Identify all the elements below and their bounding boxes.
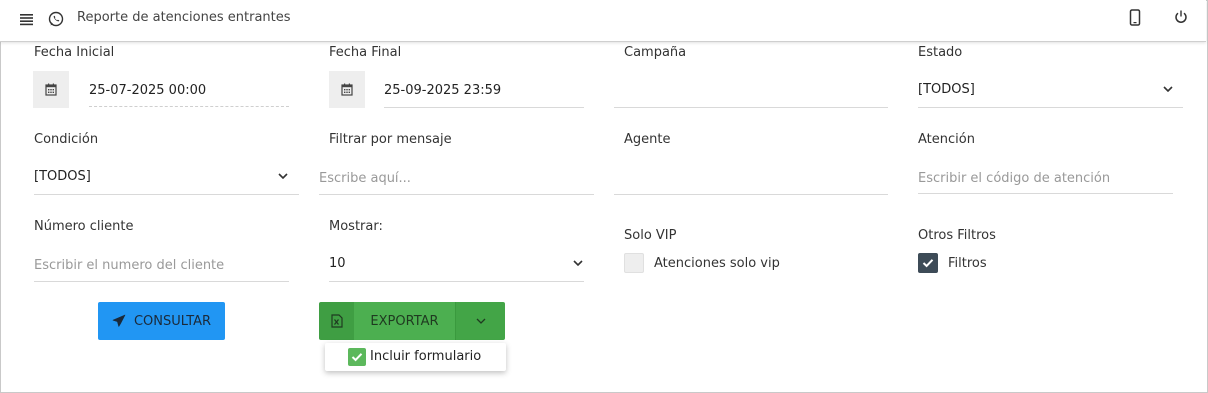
fecha-final-calendar-button[interactable]: [329, 71, 365, 108]
exportar-button-group: EXPORTAR: [319, 302, 505, 340]
estado-underline: [918, 107, 1183, 108]
incluir-formulario-label: Incluir formulario: [370, 349, 482, 364]
chevron-down-icon: [573, 260, 583, 266]
consultar-label: CONSULTAR: [133, 313, 212, 329]
atencion-input[interactable]: [918, 169, 1173, 187]
top-bar: Reporte de atenciones entrantes: [0, 0, 1206, 42]
agente-select[interactable]: [614, 157, 888, 194]
estado-value: [TODOS]: [918, 82, 975, 97]
fecha-final-label: Fecha Final: [329, 45, 402, 60]
chevron-down-icon: [1163, 86, 1173, 92]
fecha-inicial-calendar-button[interactable]: [33, 71, 69, 108]
otros-filtros-label: Otros Filtros: [918, 228, 996, 243]
fecha-final-underline: [384, 107, 584, 108]
mostrar-select[interactable]: 10: [329, 252, 584, 276]
incluir-formulario-checkbox[interactable]: [348, 348, 366, 366]
mostrar-label: Mostrar:: [329, 219, 383, 234]
campana-underline: [614, 107, 888, 108]
filtros-checkbox[interactable]: [918, 253, 938, 273]
send-icon: [112, 314, 126, 327]
agente-underline: [614, 194, 888, 195]
condicion-select[interactable]: [TODOS]: [34, 165, 290, 189]
condicion-value: [TODOS]: [34, 169, 91, 184]
filtrar-mensaje-input[interactable]: [319, 169, 589, 187]
solo-vip-checkbox-label: Atenciones solo vip: [654, 256, 780, 271]
calendar-icon: [341, 83, 353, 96]
excel-file-icon: [330, 314, 343, 328]
condicion-underline: [34, 194, 299, 195]
numero-cliente-label: Número cliente: [34, 219, 134, 234]
filtros-checkbox-label: Filtros: [948, 256, 987, 271]
calendar-icon: [45, 83, 57, 96]
mostrar-underline: [329, 281, 584, 282]
export-dropdown-menu: Incluir formulario: [325, 343, 506, 371]
check-icon: [351, 353, 363, 362]
solo-vip-label: Solo VIP: [624, 228, 677, 243]
campana-label: Campaña: [624, 45, 687, 60]
numero-cliente-underline: [34, 281, 289, 282]
estado-select[interactable]: [TODOS]: [918, 78, 1173, 102]
fecha-final-input[interactable]: 25-09-2025 23:59: [384, 83, 501, 98]
excel-export-button[interactable]: [319, 302, 354, 340]
mobile-icon[interactable]: [1128, 9, 1142, 27]
power-icon[interactable]: [1173, 9, 1189, 25]
filtrar-mensaje-label: Filtrar por mensaje: [329, 132, 452, 147]
condicion-label: Condición: [34, 132, 99, 147]
exportar-button[interactable]: EXPORTAR: [354, 302, 455, 340]
consultar-button[interactable]: CONSULTAR: [98, 302, 225, 340]
atencion-label: Atención: [918, 132, 975, 147]
whatsapp-icon: [48, 11, 64, 27]
campana-select[interactable]: [614, 70, 888, 107]
fecha-inicial-underline: [89, 106, 289, 107]
exportar-dropdown-toggle[interactable]: [455, 302, 505, 340]
chevron-down-icon: [278, 173, 288, 179]
fecha-inicial-input[interactable]: 25-07-2025 00:00: [89, 83, 206, 98]
estado-label: Estado: [918, 45, 963, 60]
check-icon: [922, 259, 934, 268]
agente-label: Agente: [624, 132, 671, 147]
menu-icon[interactable]: [19, 11, 35, 27]
fecha-inicial-label: Fecha Inicial: [34, 45, 115, 60]
exportar-label: EXPORTAR: [370, 313, 439, 329]
chevron-down-icon: [476, 318, 485, 324]
mostrar-value: 10: [329, 256, 346, 271]
page-title: Reporte de atenciones entrantes: [77, 10, 291, 25]
numero-cliente-input[interactable]: [34, 256, 289, 274]
solo-vip-checkbox[interactable]: [624, 253, 644, 273]
filtrar-mensaje-underline: [319, 194, 594, 195]
atencion-underline: [918, 193, 1173, 194]
